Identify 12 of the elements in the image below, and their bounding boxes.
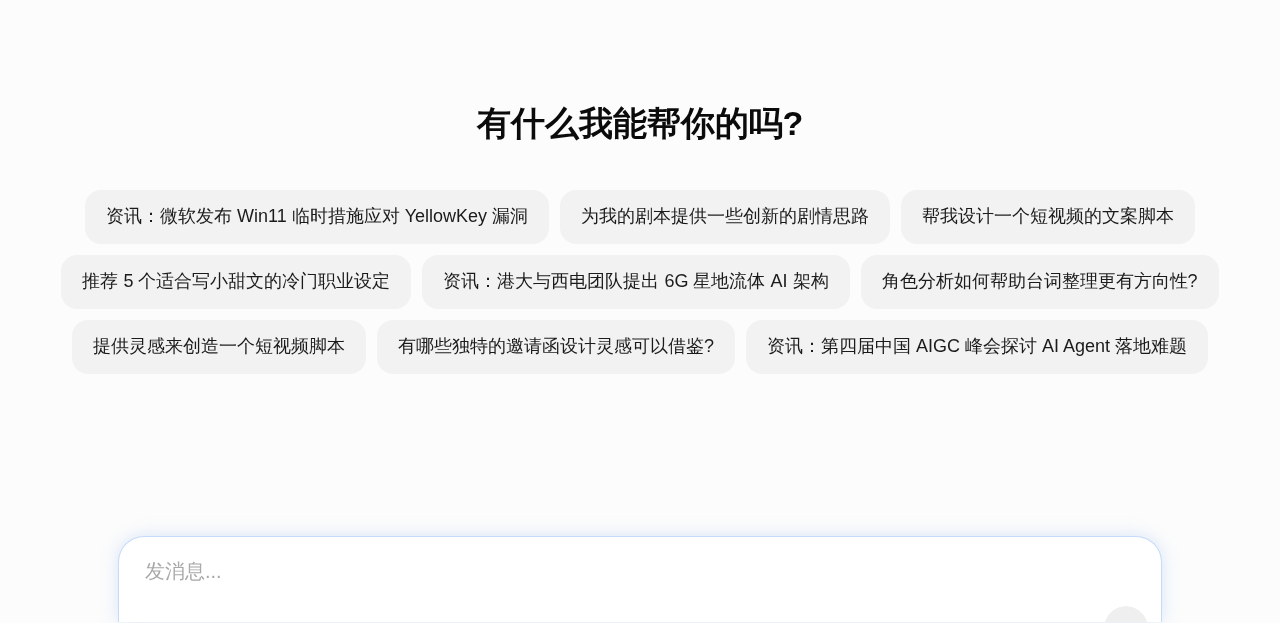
suggestion-chip[interactable]: 提供灵感来创造一个短视频脚本 (71, 319, 366, 374)
suggestion-chip[interactable]: 资讯：微软发布 Win11 临时措施应对 YellowKey 漏洞 (84, 189, 550, 244)
message-input[interactable]: 发消息... (119, 536, 1161, 595)
suggestion-chip[interactable]: 有哪些独特的邀请函设计灵感可以借鉴? (376, 319, 735, 374)
suggestion-chip[interactable]: 资讯：第四届中国 AIGC 峰会探讨 AI Agent 落地难题 (745, 319, 1209, 374)
suggestion-chip[interactable]: 为我的剧本提供一些创新的剧情思路 (560, 189, 891, 244)
suggestion-chip[interactable]: 推荐 5 个适合写小甜文的冷门职业设定 (61, 254, 412, 309)
suggestion-chip[interactable]: 角色分析如何帮助台词整理更有方向性? (860, 254, 1219, 309)
page-heading: 有什么我能帮你的吗? (476, 103, 804, 144)
suggestion-chip[interactable]: 帮我设计一个短视频的文案脚本 (901, 189, 1196, 244)
suggestion-chip[interactable]: 资讯：港大与西电团队提出 6G 星地流体 AI 架构 (422, 254, 850, 309)
message-composer[interactable]: 发消息... (118, 535, 1162, 622)
